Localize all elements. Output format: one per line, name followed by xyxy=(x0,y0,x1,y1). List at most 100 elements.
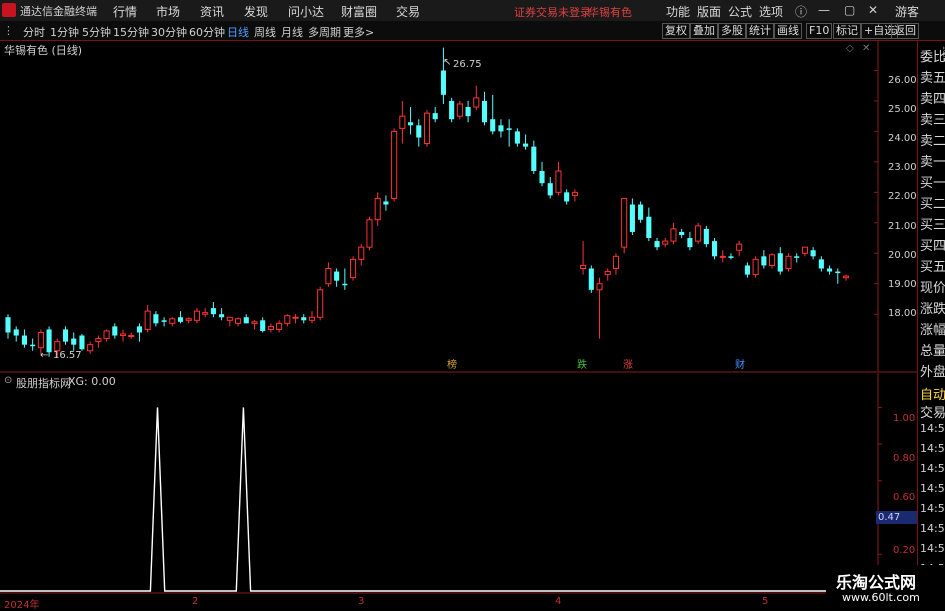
high-arrow-icon: ↖ xyxy=(443,57,452,68)
candle-body xyxy=(374,197,381,221)
chart-close-icon[interactable]: ✕ xyxy=(862,43,870,54)
side-label: 买四 xyxy=(920,239,945,254)
side-label: 外盘 xyxy=(920,365,945,380)
candle-body xyxy=(842,275,850,279)
candle-body xyxy=(612,255,620,270)
candle-body xyxy=(571,191,578,196)
news-marker-rise[interactable]: 涨 xyxy=(622,360,634,372)
candle-body xyxy=(638,204,644,220)
candle-body xyxy=(604,271,611,276)
chart-options-icon[interactable]: ⌄ xyxy=(72,41,80,52)
candle-body xyxy=(629,204,635,232)
side-label: 卖四 xyxy=(920,92,945,107)
candle-body xyxy=(432,113,438,120)
y-tick-label: 18.00 xyxy=(888,308,917,319)
candle-body xyxy=(185,318,192,321)
candle-body xyxy=(37,331,44,349)
indicator-line xyxy=(0,407,852,592)
side-label: 涨幅 xyxy=(920,323,945,338)
candle-body xyxy=(498,125,504,132)
candle-body xyxy=(13,329,19,336)
candle-body xyxy=(46,329,52,353)
candle-body xyxy=(777,253,783,272)
chart-frames xyxy=(0,40,917,594)
candle-body xyxy=(456,103,463,117)
candle-body xyxy=(580,264,587,270)
side-label: 现价 xyxy=(920,281,945,296)
candle-body xyxy=(79,335,85,350)
indicator-series xyxy=(0,407,852,592)
candle-body xyxy=(449,100,455,120)
candle-body xyxy=(621,197,628,248)
candle-body xyxy=(136,326,142,333)
candle-body xyxy=(465,107,471,117)
candle-body xyxy=(646,216,652,239)
news-marker-finance[interactable]: 财 xyxy=(734,360,746,372)
tick-time: 14:56 xyxy=(920,522,945,535)
candle-body xyxy=(144,310,151,330)
candle-body xyxy=(728,256,734,258)
y-tick-label: 26.00 xyxy=(888,75,917,86)
candle-body xyxy=(301,317,307,321)
candle-body xyxy=(103,330,110,340)
candle-body xyxy=(539,171,545,184)
trade-label[interactable]: 交易 xyxy=(920,402,945,421)
candle-body xyxy=(243,317,249,324)
candle-body xyxy=(383,201,389,205)
news-marker-fall[interactable]: 跌 xyxy=(576,360,588,372)
auto-label[interactable]: 自动 xyxy=(920,384,945,403)
candle-body xyxy=(719,255,726,258)
side-label: 买五 xyxy=(920,260,945,275)
chart-canvas[interactable] xyxy=(0,0,945,609)
side-label: 总量 xyxy=(920,344,945,359)
y-tick-label: 20.00 xyxy=(888,250,917,261)
y-tick-label: 22.00 xyxy=(888,191,917,202)
candle-body xyxy=(744,265,750,275)
tick-time: 14:56 xyxy=(920,442,945,455)
side-label: 卖三 xyxy=(920,113,945,128)
candle-body xyxy=(95,338,102,343)
tick-time: 14:56 xyxy=(920,482,945,495)
candle-body xyxy=(112,326,118,336)
candle-body xyxy=(473,97,480,108)
candle-body xyxy=(350,258,357,279)
news-marker-rank[interactable]: 榜 xyxy=(446,360,458,372)
x-axis-label: 3 xyxy=(358,596,365,607)
candle-body xyxy=(785,255,792,270)
indicator-title: 股朋指标网 xyxy=(16,377,71,390)
candle-body xyxy=(835,271,841,274)
x-axis-label: 2 xyxy=(192,596,199,607)
candle-body xyxy=(399,115,406,129)
candle-body xyxy=(818,259,824,269)
tick-time: 14:56 xyxy=(920,502,945,515)
candle-body xyxy=(769,254,776,266)
side-label: 卖一 xyxy=(920,155,945,170)
candle-body xyxy=(531,146,537,172)
side-label: 委比 xyxy=(920,50,945,65)
candle-body xyxy=(481,100,488,123)
candle-body xyxy=(5,317,11,333)
candle-body xyxy=(358,246,365,260)
chart-settings-icon[interactable]: ◇ xyxy=(846,43,854,54)
candle-body xyxy=(408,122,414,126)
watermark-url: www.60lt.com xyxy=(842,591,920,604)
tick-time: 14:56 xyxy=(920,462,945,475)
candle-body xyxy=(267,325,274,330)
candle-body xyxy=(226,316,233,321)
candle-body xyxy=(219,314,225,318)
candle-body xyxy=(21,335,27,345)
candle-body xyxy=(71,338,77,345)
tick-time: 14:56 xyxy=(920,542,945,555)
candle-body xyxy=(334,271,340,281)
side-label: 卖二 xyxy=(920,134,945,149)
candle-body xyxy=(317,289,324,318)
indicator-settings-icon[interactable]: ⊙ xyxy=(4,375,12,386)
candle-body xyxy=(752,258,759,276)
candle-body xyxy=(423,112,431,145)
candle-body xyxy=(292,316,299,319)
candle-body xyxy=(670,228,677,242)
side-label: 买二 xyxy=(920,197,945,212)
watermark-title: 乐淘公式网 xyxy=(836,573,917,592)
candle-body xyxy=(177,317,184,322)
cursor-value-tag: 0.47 xyxy=(876,511,917,524)
